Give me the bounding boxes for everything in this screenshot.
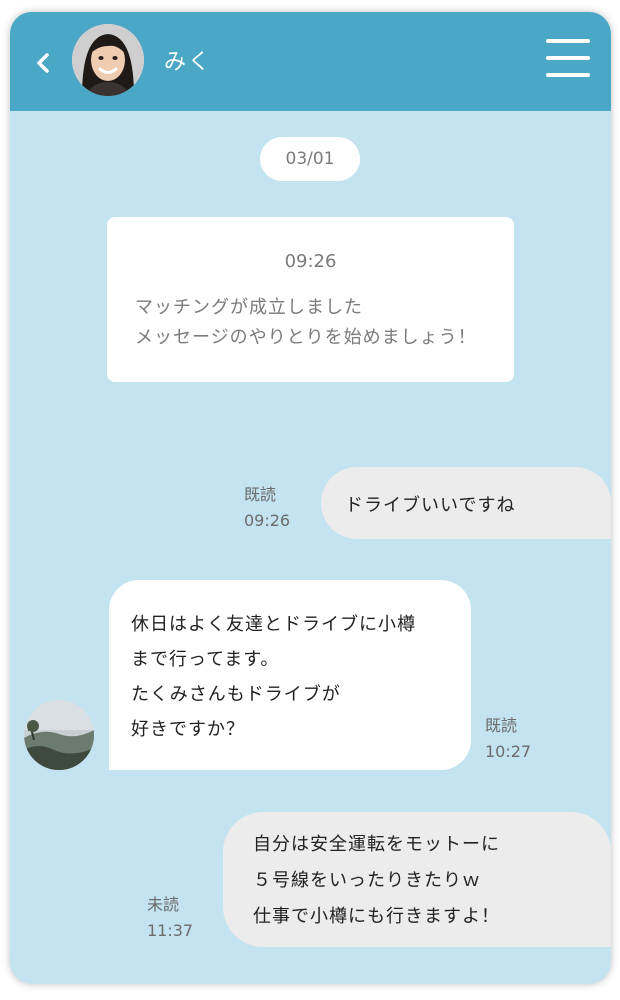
read-status: 未読 — [147, 895, 180, 914]
back-button[interactable] — [28, 42, 58, 82]
message-time: 10:27 — [485, 742, 532, 761]
hamburger-menu-icon — [546, 39, 590, 43]
message-meta: 既読 10:27 — [485, 713, 531, 765]
message-text: ５号線をいったりきたりｗ — [253, 870, 481, 891]
message-time: 09:26 — [244, 511, 291, 530]
friend-avatar[interactable] — [24, 700, 94, 770]
system-message-line: マッチングが成立しました — [135, 297, 363, 318]
message-time: 11:37 — [147, 921, 194, 940]
contact-name[interactable]: みく — [164, 44, 212, 76]
chat-header: みく — [10, 12, 611, 111]
message-meta: 既読 09:26 — [244, 482, 290, 534]
chevron-left-icon — [37, 53, 49, 73]
incoming-message-bubble[interactable]: 休日はよく友達とドライブに小樽 まで行ってます。 たくみさんもドライブが 好きで… — [109, 580, 471, 770]
message-text: 仕事で小樽にも行きますよ！ — [253, 906, 500, 927]
message-text: まで行ってます。 — [131, 649, 280, 670]
system-message-time: 09:26 — [284, 251, 337, 272]
read-status: 既読 — [485, 716, 518, 735]
read-status: 既読 — [244, 485, 277, 504]
outgoing-message-bubble[interactable]: ドライブいいですね — [321, 467, 611, 539]
outgoing-message-bubble[interactable]: 自分は安全運転をモットーに ５号線をいったりきたりｗ 仕事で小樽にも行きますよ！ — [223, 812, 611, 947]
system-message: 09:26 マッチングが成立しました メッセージのやりとりを始めましょう！ — [107, 217, 514, 382]
system-message-line: メッセージのやりとりを始めましょう！ — [135, 327, 477, 348]
message-meta: 未読 11:37 — [147, 892, 193, 944]
chat-screen: みく 03/01 09:26 マッチングが成立しました メッセージのやりとりを始… — [10, 12, 611, 984]
menu-button[interactable] — [546, 39, 590, 79]
message-text: 好きですか？ — [131, 719, 245, 740]
message-text: たくみさんもドライブが — [131, 684, 341, 705]
message-text: 休日はよく友達とドライブに小樽 — [131, 614, 416, 635]
message-text: ドライブいいですね — [345, 495, 516, 516]
message-text: 自分は安全運転をモットーに — [253, 834, 500, 855]
contact-avatar[interactable] — [72, 24, 144, 96]
date-label: 03/01 — [260, 137, 360, 181]
